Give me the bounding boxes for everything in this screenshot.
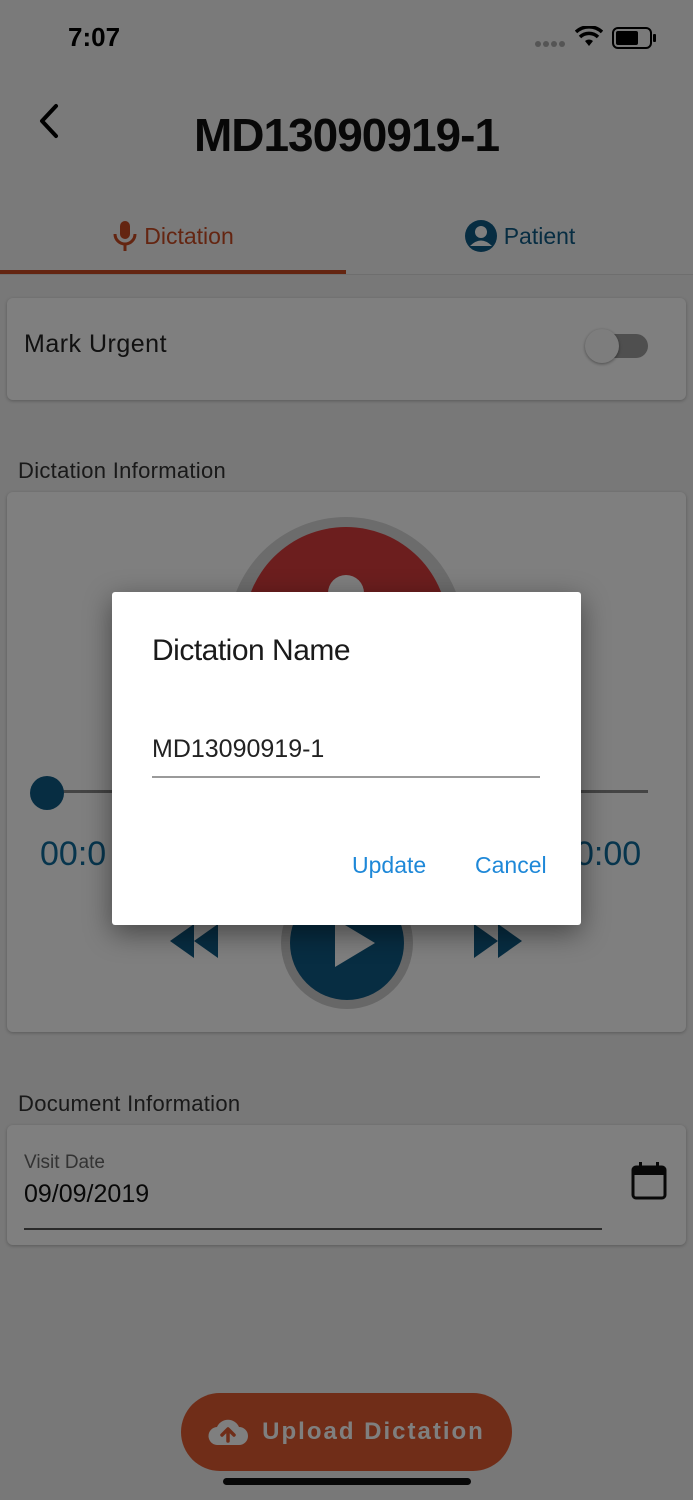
update-button[interactable]: Update: [352, 852, 426, 879]
dialog-title: Dictation Name: [152, 634, 351, 667]
cancel-button[interactable]: Cancel: [475, 852, 547, 879]
dictation-name-input[interactable]: [152, 722, 540, 778]
